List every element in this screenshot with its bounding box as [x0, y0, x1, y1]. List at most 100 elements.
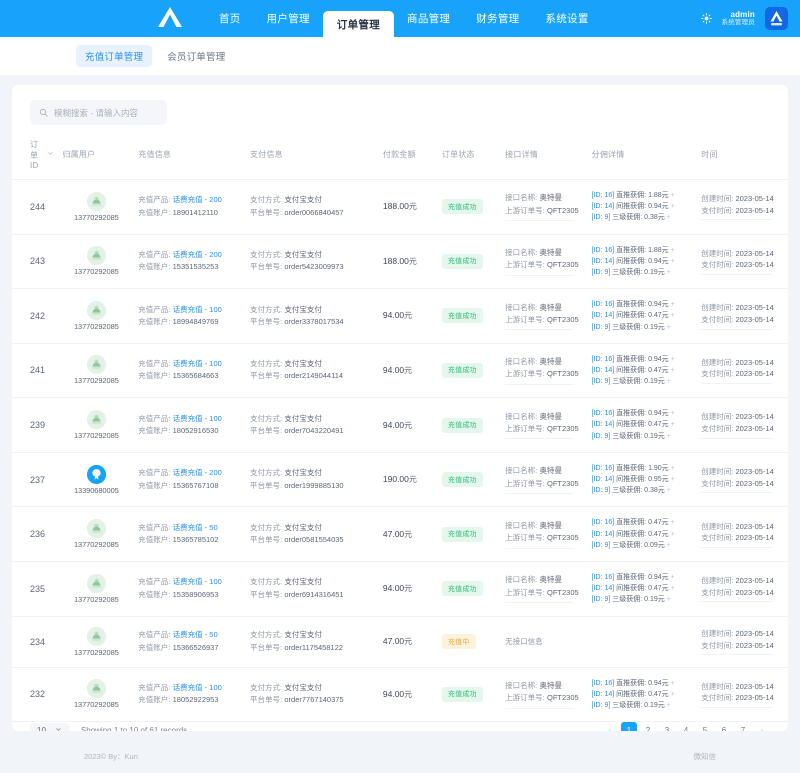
paid-value: 2023-05-14: [735, 314, 774, 324]
table-row[interactable]: 237 13390680005 充值产品: 话费充值 - 200 充值账户: 1…: [12, 451, 788, 507]
avatar[interactable]: [765, 7, 788, 30]
commission-value: 0.38元: [644, 487, 665, 495]
pagination-page-4[interactable]: 4: [678, 722, 694, 731]
user-info[interactable]: admin 系统管理员: [722, 10, 756, 27]
commission-plus: +: [668, 312, 675, 320]
commission-label: 直推获佣:: [616, 464, 647, 472]
api-name-value: 奥特曼: [539, 302, 563, 312]
amount-value: 188.00: [382, 255, 409, 266]
upstream-no-label: 上游订单号:: [505, 314, 545, 324]
commission-label: 直推获佣:: [616, 410, 647, 418]
created-label: 创建时间:: [701, 357, 734, 367]
table-row[interactable]: 241 13770292085 充值产品: 话费充值 - 100 充值账户: 1…: [12, 342, 788, 398]
pagination-next[interactable]: ›: [754, 722, 770, 731]
commission-value: 0.94元: [648, 203, 669, 211]
column-header-order-id[interactable]: 订单ID: [12, 133, 58, 180]
platform-no-label: 平台单号:: [250, 426, 283, 436]
commission-plus: +: [664, 596, 671, 604]
table-row[interactable]: 232 13770292085 充值产品: 话费充值 - 100 充值账户: 1…: [12, 666, 788, 722]
amount-value: 188.00: [382, 201, 409, 212]
nav-item-finance-management[interactable]: 财务管理: [463, 0, 532, 37]
commission-line: [ID: 9] 三级获佣: 0.19元 +: [592, 594, 694, 605]
paid-label: 支付时间:: [701, 424, 734, 434]
nav-item-home[interactable]: 首页: [206, 0, 254, 37]
pay-method-value: 支付宝支付: [284, 630, 322, 640]
table-row[interactable]: 239 13770292085 充值产品: 话费充值 - 100 充值账户: 1…: [12, 397, 788, 453]
paid-value: 2023-05-14: [735, 640, 774, 650]
created-label: 创建时间:: [701, 521, 734, 531]
paid-value: 2023-05-14: [735, 587, 774, 597]
pagination-page-1[interactable]: 1: [621, 722, 637, 731]
upstream-no-label: 上游订单号:: [505, 260, 545, 270]
platform-no-value: order0066840457: [284, 207, 344, 217]
commission-plus: +: [668, 257, 675, 265]
sun-icon[interactable]: [700, 13, 712, 24]
nav-item-user-management[interactable]: 用户管理: [254, 0, 323, 37]
pay-method-value: 支付宝支付: [284, 359, 322, 369]
paid-label: 支付时间:: [701, 640, 734, 650]
commission-label: 间推获佣:: [616, 585, 647, 593]
pagination-page-2[interactable]: 2: [640, 722, 656, 731]
commission-id: [ID: 14]: [591, 257, 615, 265]
pay-method-label: 支付方式:: [250, 682, 283, 692]
nav-item-order-management[interactable]: 订单管理: [322, 11, 395, 37]
table-row[interactable]: 242 13770292085 充值产品: 话费充值 - 100 充值账户: 1…: [12, 288, 788, 344]
brand-logo-icon[interactable]: [140, 0, 200, 37]
cell-user: 13770292085: [58, 615, 135, 667]
pagination-prev[interactable]: ‹: [602, 722, 618, 731]
nav-item-product-management[interactable]: 商品管理: [394, 0, 463, 37]
commission-line: [ID: 14] 间推获佣: 0.47元 +: [592, 689, 694, 700]
cell-user: 13770292085: [58, 342, 135, 398]
footer-link-wechat[interactable]: 微知信: [694, 751, 717, 762]
user-avatar-icon: [86, 191, 106, 211]
upstream-no-value: QFT2305: [547, 314, 579, 324]
cell-order-id: 242: [12, 288, 59, 344]
order-id-value: 234: [30, 636, 46, 647]
commission-plus: +: [668, 464, 675, 472]
search-input[interactable]: 模糊搜索 - 请输入内容: [30, 100, 167, 125]
paid-label: 支付时间:: [701, 533, 734, 543]
user-phone: 13770292085: [73, 376, 119, 386]
api-name-value: 奥特曼: [539, 680, 563, 690]
commission-label: 直推获佣:: [616, 246, 647, 254]
tab-member-orders[interactable]: 会员订单管理: [158, 45, 234, 67]
pagination-page-3[interactable]: 3: [659, 722, 675, 731]
account-label: 充值账户:: [138, 371, 171, 381]
account-value: 18994849769: [172, 316, 219, 326]
table-row[interactable]: 234 13770292085 充值产品: 话费充值 - 50 充值账户: 15…: [12, 615, 788, 667]
amount-unit: 元: [404, 365, 413, 375]
pagination-page-7[interactable]: 7: [735, 722, 751, 731]
pay-method-label: 支付方式:: [250, 468, 283, 478]
account-value: 18052916530: [172, 426, 219, 436]
pagination-page-5[interactable]: 5: [697, 722, 713, 731]
pagination-page-6[interactable]: 6: [716, 722, 732, 731]
user-phone: 13390680005: [73, 485, 119, 495]
table-row[interactable]: 235 13770292085 充值产品: 话费充值 - 100 充值账户: 1…: [12, 560, 788, 616]
table-row[interactable]: 244 13770292085 充值产品: 话费充值 - 200 充值账户: 1…: [12, 179, 788, 235]
commission-id: [ID: 14]: [591, 421, 615, 429]
platform-no-label: 平台单号:: [250, 480, 283, 490]
page-size-select[interactable]: 10: [30, 722, 69, 731]
commission-value: 0.47元: [648, 421, 669, 429]
commission-id: [ID: 9]: [591, 268, 611, 276]
cell-order-id: 243: [12, 233, 59, 289]
account-label: 充值账户:: [138, 695, 171, 705]
commission-line: [ID: 16] 直推获佣: 1.88元 +: [592, 190, 694, 201]
cell-recharge-info: 充值产品: 话费充值 - 100 充值账户: 18994849769: [134, 288, 247, 344]
tab-recharge-orders[interactable]: 充值订单管理: [76, 45, 153, 67]
created-time: 创建时间: 2023-05-14: [701, 466, 784, 478]
cell-time: 创建时间: 2023-05-14 支付时间: 2023-05-14: [697, 397, 788, 453]
cell-order-id: 232: [12, 666, 59, 722]
platform-no-value: order6914316451: [284, 589, 344, 599]
cell-time: 创建时间: 2023-05-14 支付时间: 2023-05-14: [697, 342, 788, 398]
cell-amount: 94.00元: [378, 397, 438, 453]
cell-status: 充值成功: [437, 342, 502, 398]
platform-no-label: 平台单号:: [250, 262, 283, 272]
table-row[interactable]: 236 13770292085 充值产品: 话费充值 - 50 充值账户: 15…: [12, 506, 788, 562]
nav-item-system-settings[interactable]: 系统设置: [532, 0, 601, 37]
commission-id: [ID: 14]: [591, 312, 615, 320]
paid-time: 支付时间: 2023-05-14: [701, 368, 784, 380]
column-header-user: 归属用户: [62, 150, 96, 159]
table-row[interactable]: 243 13770292085 充值产品: 话费充值 - 200 充值账户: 1…: [12, 233, 788, 289]
commission-label: 间推获佣:: [616, 203, 647, 211]
